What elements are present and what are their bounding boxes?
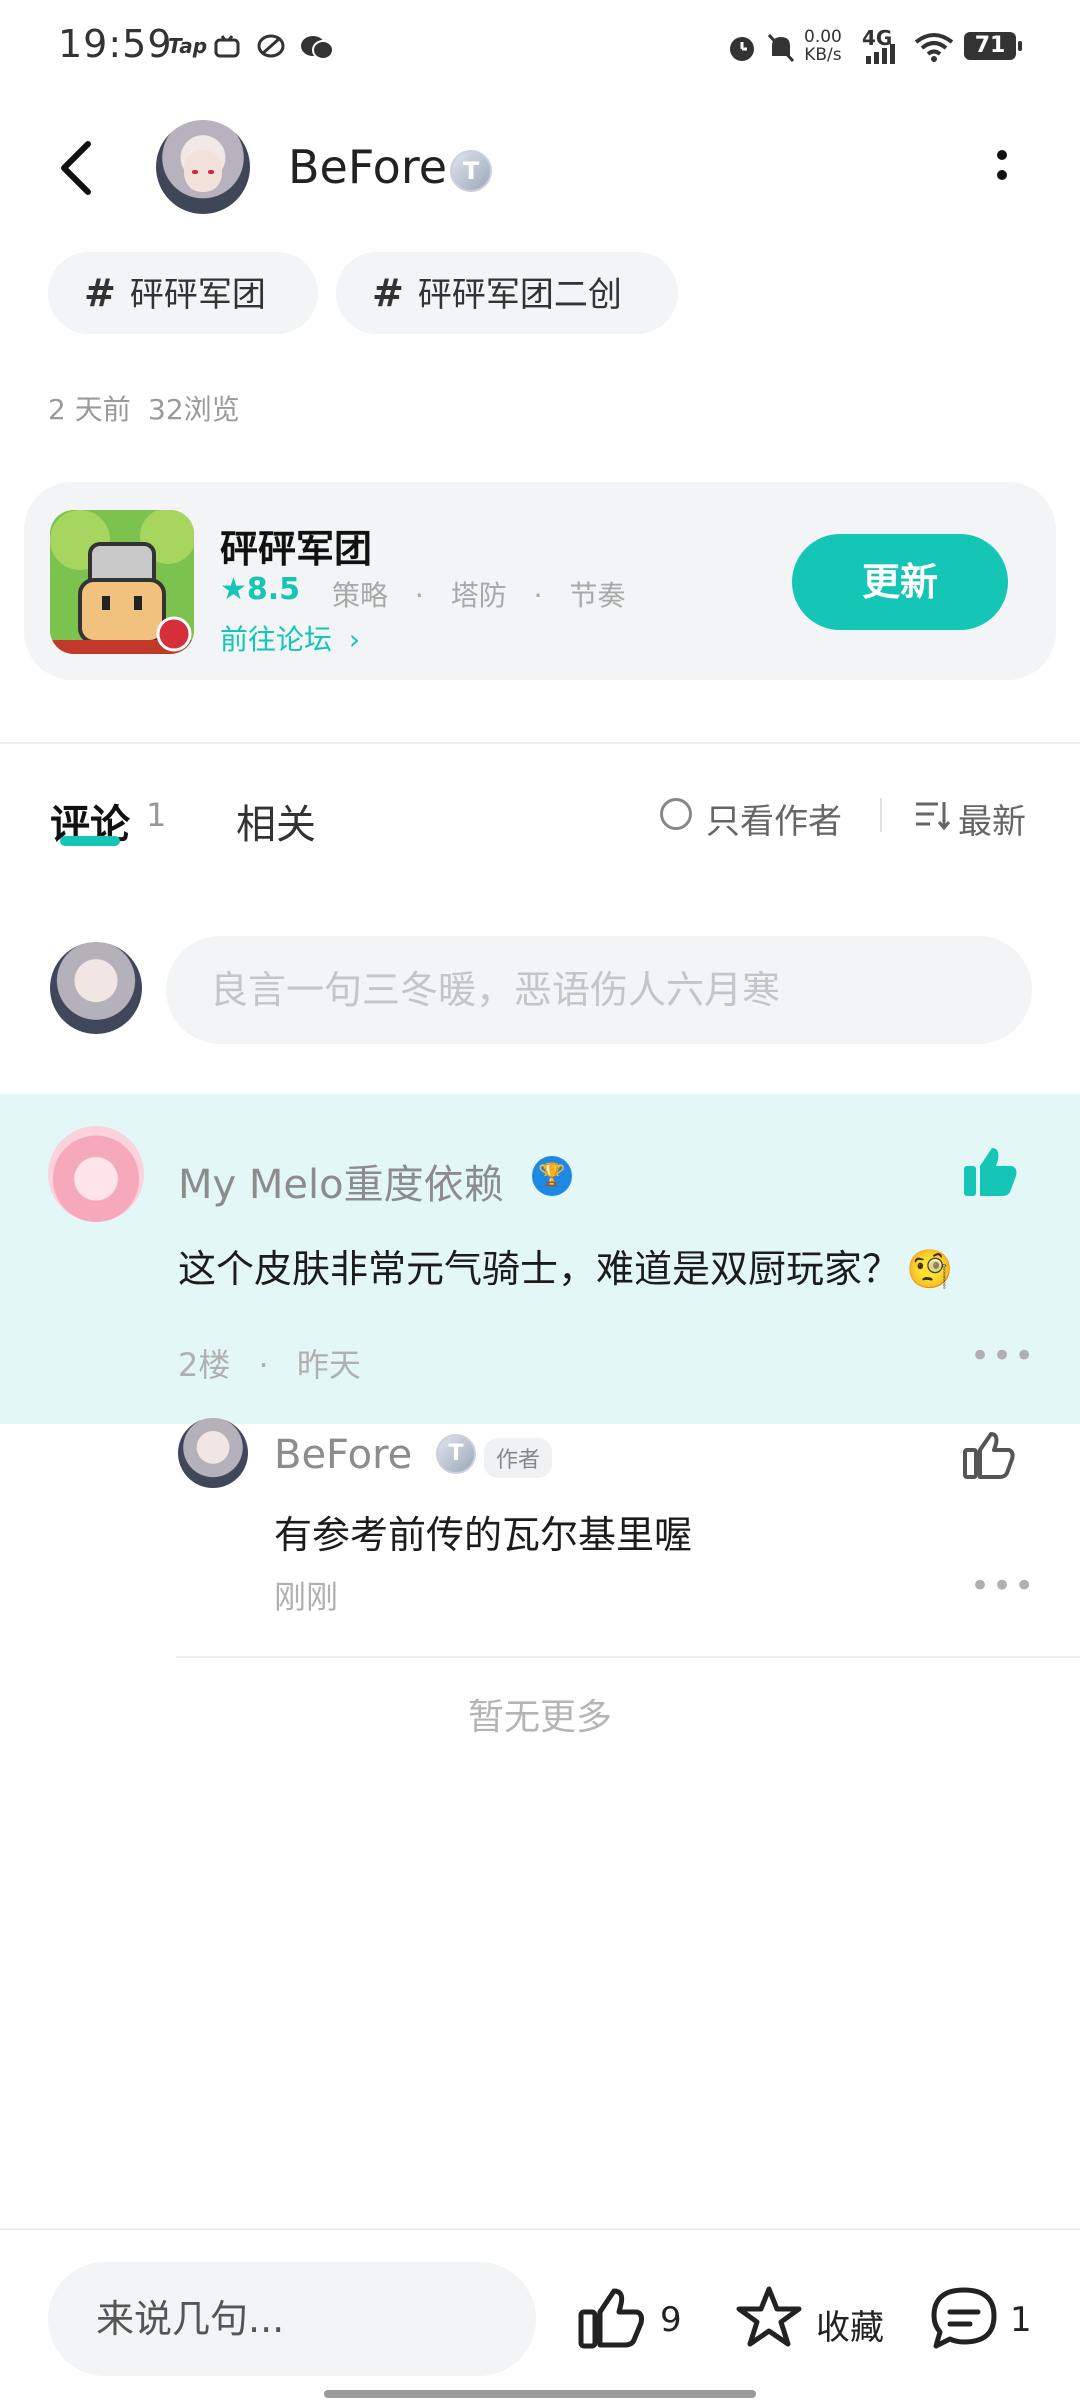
comment-icon[interactable] (930, 2286, 998, 2350)
chevron-right-icon: › (348, 623, 361, 656)
commenter-name[interactable]: My Melo重度依赖 (178, 1152, 504, 1210)
hashtag-icon: # (84, 271, 116, 315)
tab-related[interactable]: 相关 (236, 792, 316, 850)
bilibili-icon (214, 35, 240, 58)
more-options-icon[interactable] (994, 148, 1010, 188)
reply-divider (176, 1656, 1080, 1658)
filter-divider (880, 798, 882, 832)
post-age: 2 天前 (48, 393, 131, 426)
post-views: 32浏览 (148, 393, 240, 426)
like-count: 9 (660, 2300, 682, 2340)
verified-badge-icon: 🏆 (532, 1156, 572, 1196)
comment-floor: 2楼 (178, 1346, 231, 1384)
wechat-icon (301, 36, 334, 60)
like-icon[interactable] (578, 2286, 644, 2350)
favorite-label[interactable]: 收藏 (816, 2300, 884, 2349)
topic-label: 砰砰军团 (129, 275, 266, 315)
speed-value: 0.00 (804, 27, 842, 47)
forum-link[interactable]: 前往论坛 › (220, 618, 360, 658)
battery-indicator: 71 (964, 32, 1022, 60)
back-icon[interactable] (56, 140, 96, 196)
sort-latest[interactable]: 最新 (958, 794, 1026, 843)
comment-input[interactable]: 良言一句三冬暖，恶语伤人六月寒 (166, 936, 1032, 1044)
comment-text: 这个皮肤非常元气骑士，难道是双厨玩家？ 🧐 (178, 1247, 954, 1291)
game-tag: 节奏 (569, 579, 626, 612)
game-tag: 策略 (332, 579, 389, 612)
home-indicator[interactable] (324, 2390, 756, 2398)
my-avatar (50, 942, 142, 1034)
alarm-icon (730, 37, 754, 61)
bottom-comment-input[interactable]: 来说几句... (48, 2262, 536, 2376)
game-art (50, 510, 194, 654)
update-button[interactable]: 更新 (792, 534, 1008, 630)
author-avatar[interactable] (156, 120, 250, 214)
no-more-text: 暂无更多 (467, 1697, 612, 1738)
level-badge-icon: T (450, 150, 492, 192)
game-tags: 策略 · 塔防 · 节奏 (332, 579, 626, 612)
reply-text: 有参考前传的瓦尔基里喔 (274, 1513, 693, 1557)
author-only-filter[interactable]: 只看作者 (706, 794, 842, 843)
thumbs-up-filled-icon[interactable] (962, 1146, 1018, 1198)
hashtag-icon: # (372, 271, 404, 315)
topic-label: 砰砰军团二创 (417, 275, 622, 315)
game-rating: ★8.5 (220, 572, 301, 607)
comments-count: 1 (146, 796, 167, 834)
network-speed: 0.00 KB/s (804, 28, 842, 64)
bottom-bar-divider (0, 2228, 1080, 2230)
signal-icon (866, 44, 895, 64)
status-time: 19:59 (58, 22, 173, 66)
commenter-avatar[interactable] (48, 1126, 144, 1222)
reply-author-name[interactable]: BeFore (274, 1432, 412, 1478)
status-bar: 19:59 Tap 0.00 KB/s 4G 71 (0, 0, 1080, 96)
game-tag: 塔防 (450, 579, 507, 612)
game-title[interactable]: 砰砰军团 (220, 518, 372, 573)
game-icon[interactable] (50, 510, 194, 654)
author-name[interactable]: BeFore (288, 140, 447, 194)
comment-time: 昨天 (296, 1346, 361, 1384)
topic-chip[interactable]: # 砰砰军团 (48, 252, 318, 334)
tap-app-icon: Tap (168, 34, 208, 58)
reply-time: 刚刚 (274, 1578, 339, 1616)
topic-chip[interactable]: # 砰砰军团二创 (336, 252, 678, 334)
reply-avatar[interactable] (178, 1418, 248, 1488)
author-tag: 作者 (484, 1438, 553, 1478)
sort-icon[interactable] (914, 800, 950, 832)
wifi-icon (914, 33, 954, 62)
reply-more-icon[interactable]: ••• (970, 1566, 1036, 1606)
star-outline-icon[interactable] (734, 2284, 804, 2352)
comment-count: 1 (1010, 2300, 1032, 2340)
author-only-radio-icon[interactable] (660, 798, 692, 830)
speed-unit: KB/s (804, 45, 842, 65)
sync-icon (257, 34, 285, 58)
thumbs-up-icon[interactable] (962, 1430, 1016, 1480)
reply-level-badge-icon: T (436, 1434, 476, 1474)
tab-indicator (60, 836, 120, 846)
section-divider (0, 742, 1080, 744)
comment-meta: 2楼 · 昨天 (178, 1346, 361, 1384)
monocle-emoji-icon: 🧐 (906, 1247, 954, 1291)
mute-bell-icon (767, 33, 795, 63)
comment-more-icon[interactable]: ••• (970, 1336, 1036, 1376)
star-icon: ★ (220, 572, 247, 607)
